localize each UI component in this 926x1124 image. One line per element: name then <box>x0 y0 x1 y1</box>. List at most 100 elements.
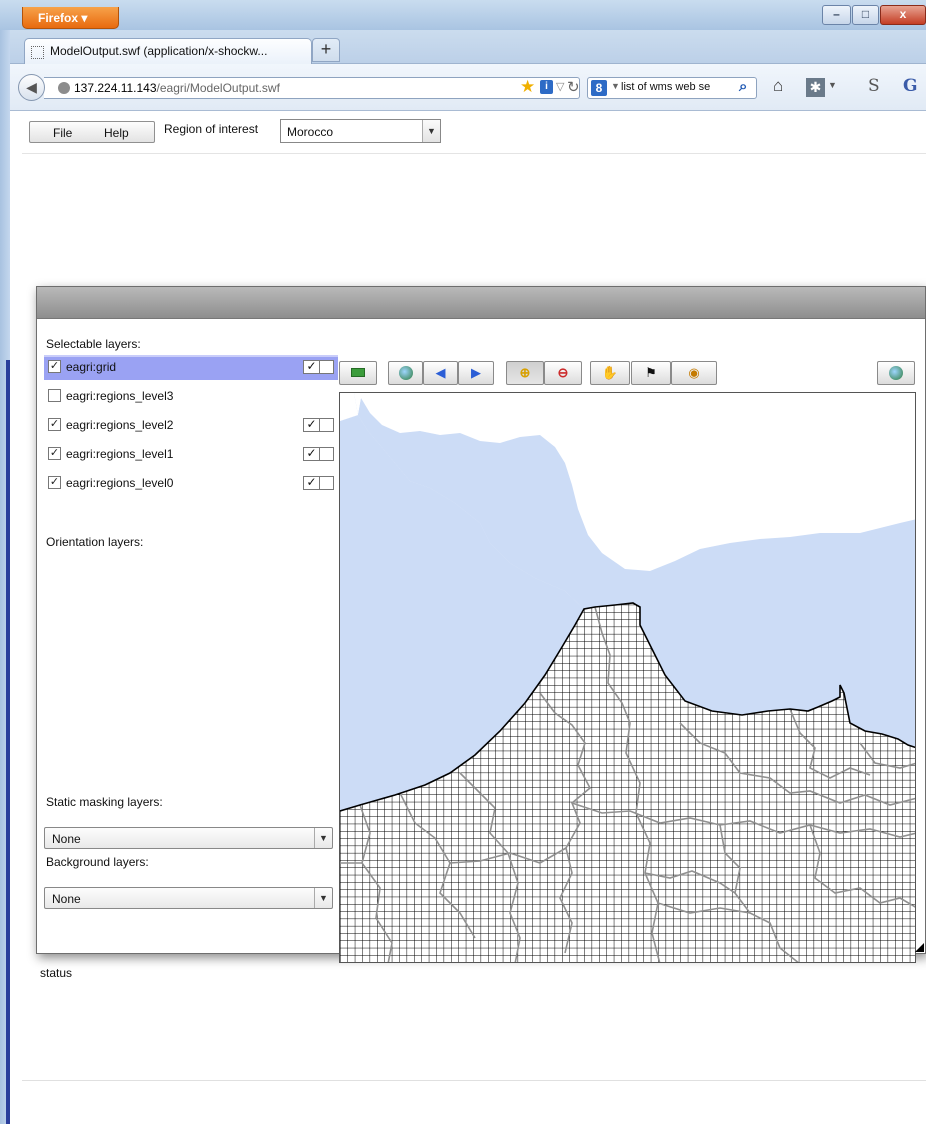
page-icon <box>31 46 44 59</box>
globe-icon <box>58 82 70 94</box>
close-window-button[interactable]: x <box>880 5 926 25</box>
search-engine-dropdown-icon[interactable]: ▼ <box>611 81 620 91</box>
zoom-in-button[interactable]: ⊕ <box>506 361 544 385</box>
url-host: 137.224.11.143 <box>74 81 157 95</box>
zoom-out-button[interactable]: ⊖ <box>544 361 582 385</box>
url-path: /eagri/ModelOutput.swf <box>156 81 280 95</box>
layer-name: eagri:regions_level2 <box>66 418 174 432</box>
layer-name: eagri:regions_level0 <box>66 476 174 490</box>
tab-bar: ModelOutput.swf (application/x-shockw...… <box>10 30 926 65</box>
zoom-out-icon: ⊖ <box>557 365 569 380</box>
pan-hand-icon: ✋ <box>601 365 619 380</box>
wms-globe-icon <box>889 366 903 380</box>
status-text: status <box>40 966 73 980</box>
pan-button[interactable]: ✋ <box>590 361 630 385</box>
selectable-layers-label: Selectable layers: <box>46 337 141 351</box>
layer-row[interactable]: ✓ eagri:regions_level0 ✓ <box>44 471 338 496</box>
info-icon[interactable]: i <box>540 80 553 94</box>
toggle-checked-box[interactable]: ✓ <box>303 447 320 461</box>
toggle-unchecked-box[interactable] <box>319 476 334 490</box>
resize-grip-icon[interactable] <box>915 943 924 952</box>
layer-name: eagri:regions_level3 <box>66 389 174 403</box>
new-tab-button[interactable]: + <box>312 38 340 62</box>
chevron-down-icon[interactable]: ▼ <box>314 828 332 848</box>
menu-help[interactable]: Help <box>104 126 129 140</box>
toggle-unchecked-box[interactable] <box>319 360 334 374</box>
search-input[interactable]: list of wms web se <box>621 81 736 93</box>
layer-row[interactable]: ✓ eagri:regions_level2 ✓ <box>44 413 338 438</box>
orientation-layers-label: Orientation layers: <box>46 535 144 549</box>
measure-button[interactable]: ◉ <box>671 361 717 385</box>
search-engine-icon[interactable]: 8 <box>591 80 607 96</box>
browser-titlebar: Firefox ▾ – □ x <box>0 0 926 30</box>
search-bar[interactable]: 8 ▼ list of wms web se ⌕ <box>587 77 757 99</box>
next-extent-icon: ▶ <box>471 365 481 380</box>
url-text: 137.224.11.143/eagri/ModelOutput.swf <box>74 81 280 95</box>
toggle-checked-box[interactable]: ✓ <box>303 476 320 490</box>
window-body: Selectable layers: ✓ eagri:grid ✓ eagri:reg… <box>37 319 925 980</box>
toggle-unchecked-box[interactable] <box>319 447 334 461</box>
tab-title: ModelOutput.swf (application/x-shockw... <box>50 44 268 58</box>
minimize-button[interactable]: – <box>822 5 851 25</box>
zoom-full-extent-button[interactable] <box>339 361 377 385</box>
firefox-menu-button[interactable]: Firefox ▾ <box>22 7 119 29</box>
layer-options-toggle[interactable]: ✓ <box>303 447 336 461</box>
region-value: Morocco <box>287 125 334 139</box>
toggle-checked-box[interactable]: ✓ <box>303 360 320 374</box>
wms-globe-button[interactable] <box>877 361 915 385</box>
layer-visibility-checkbox[interactable]: ✓ <box>48 476 61 489</box>
masking-layers-select[interactable]: None ▼ <box>44 827 333 849</box>
layer-visibility-checkbox[interactable]: ✓ <box>48 360 61 373</box>
identify-button[interactable]: ⚑ <box>631 361 671 385</box>
next-extent-button[interactable]: ▶ <box>458 361 494 385</box>
app-toolbar: File Help Region of interest Morocco ▼ <box>22 114 926 154</box>
addon-icon[interactable]: ✱ <box>806 78 825 97</box>
previous-extent-button[interactable]: ◀ <box>423 361 458 385</box>
measure-icon: ◉ <box>688 365 700 380</box>
layer-name: eagri:grid <box>66 360 117 374</box>
gmail-icon[interactable]: G <box>903 76 918 96</box>
layer-row[interactable]: ✓ eagri:regions_level1 ✓ <box>44 442 338 467</box>
layer-options-toggle[interactable]: ✓ <box>303 360 336 374</box>
s-icon[interactable]: S <box>868 76 880 96</box>
chevron-down-icon[interactable]: ▼ <box>314 888 332 908</box>
globe-button[interactable] <box>388 361 423 385</box>
layer-options-toggle[interactable]: ✓ <box>303 476 336 490</box>
layer-options-toggle[interactable]: ✓ <box>303 418 336 432</box>
menu-file[interactable]: File <box>53 126 72 140</box>
zoom-in-icon: ⊕ <box>519 365 531 380</box>
layer-row[interactable]: eagri:regions_level3 <box>44 384 338 409</box>
background-layers-label: Background layers: <box>46 855 149 869</box>
toggle-checked-box[interactable]: ✓ <box>303 418 320 432</box>
globe-icon <box>398 366 413 380</box>
window-border <box>0 30 10 1124</box>
map-view[interactable] <box>339 392 916 963</box>
background-value: None <box>52 892 81 906</box>
map-canvas <box>340 393 915 962</box>
layer-visibility-checkbox[interactable] <box>48 389 61 402</box>
back-button[interactable]: ◀ <box>18 74 45 101</box>
layer-visibility-checkbox[interactable]: ✓ <box>48 418 61 431</box>
footer-panel <box>22 1080 926 1124</box>
layer-row[interactable]: ✓ eagri:grid ✓ <box>44 355 338 380</box>
magnifier-icon[interactable]: ⌕ <box>739 78 747 95</box>
region-label: Region of interest <box>164 122 259 136</box>
layer-name: eagri:regions_level1 <box>66 447 174 461</box>
addon-dropdown-icon[interactable]: ▼ <box>828 80 837 90</box>
window-header[interactable] <box>37 287 925 319</box>
address-bar[interactable]: 137.224.11.143/eagri/ModelOutput.swf ★ i… <box>44 77 580 99</box>
masking-value: None <box>52 832 81 846</box>
layer-visibility-checkbox[interactable]: ✓ <box>48 447 61 460</box>
chevron-down-icon[interactable]: ▼ <box>422 120 440 142</box>
reload-icon[interactable]: ↻ <box>567 78 580 96</box>
history-dropdown-icon[interactable]: ▽ <box>556 80 564 93</box>
bookmark-star-icon[interactable]: ★ <box>520 77 535 97</box>
browser-tab-active[interactable]: ModelOutput.swf (application/x-shockw... <box>24 38 312 65</box>
toggle-unchecked-box[interactable] <box>319 418 334 432</box>
region-select[interactable]: Morocco ▼ <box>280 119 441 143</box>
maximize-button[interactable]: □ <box>852 5 879 25</box>
identify-icon: ⚑ <box>645 365 657 380</box>
masking-layers-label: Static masking layers: <box>46 795 163 809</box>
background-layers-select[interactable]: None ▼ <box>44 887 333 909</box>
home-icon[interactable]: ⌂ <box>773 76 783 96</box>
